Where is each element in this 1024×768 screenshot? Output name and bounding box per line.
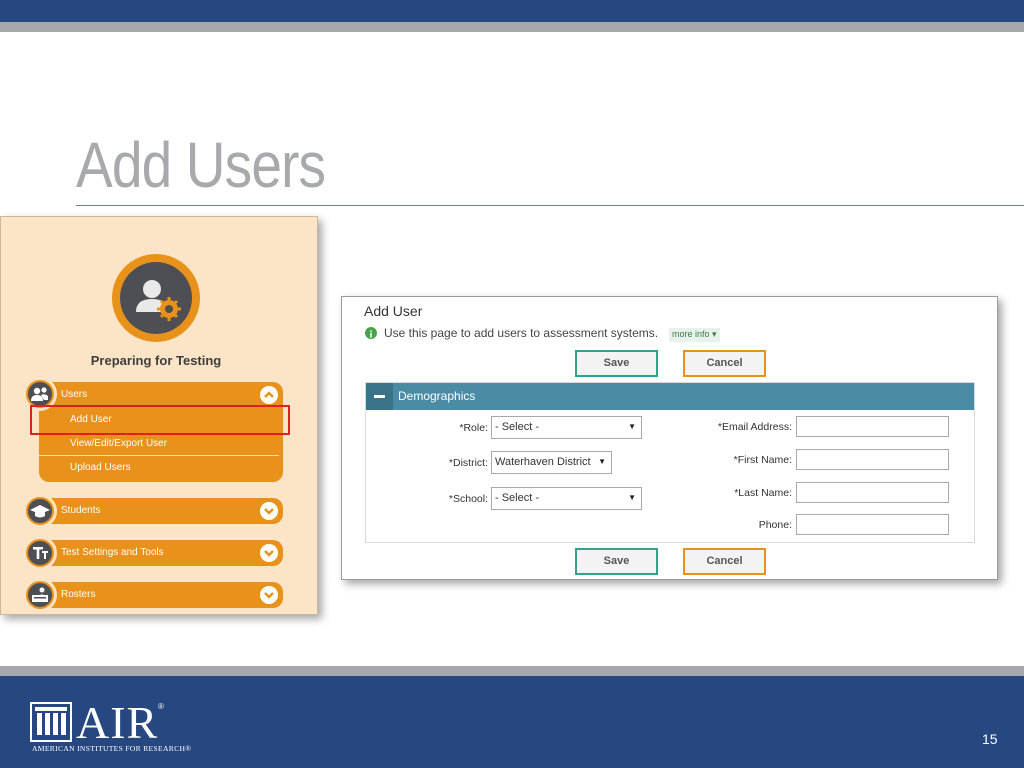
dropdown-arrow-icon: ▼ — [628, 422, 636, 431]
demographics-section: Demographics *Role: - Select - ▼ *Distri… — [365, 382, 975, 543]
selected-item-highlight — [30, 405, 290, 435]
chevron-down-icon[interactable] — [260, 586, 278, 604]
nav-item-view-edit-export-user[interactable]: View/Edit/Export User — [39, 432, 283, 456]
school-select-value: - Select - — [495, 492, 540, 504]
role-select[interactable]: - Select - ▼ — [491, 416, 642, 439]
save-button-bottom[interactable]: Save — [575, 548, 658, 575]
last-name-label: *Last Name: — [734, 487, 792, 499]
nav-item-upload-users[interactable]: Upload Users — [39, 456, 283, 480]
collapse-minus-icon[interactable] — [366, 383, 393, 410]
nav-group-test-settings[interactable]: Test Settings and Tools — [39, 540, 283, 566]
nav-group-rosters[interactable]: Rosters — [39, 582, 283, 608]
title-rule — [76, 205, 1024, 206]
info-icon — [365, 327, 377, 339]
logo-wordmark: AIR — [76, 697, 159, 748]
role-select-value: - Select - — [495, 421, 540, 433]
user-gear-icon — [120, 262, 192, 334]
add-user-form: Add User Use this page to add users to a… — [341, 296, 998, 580]
logo-subtitle: American Institutes for Research® — [32, 744, 192, 753]
first-name-field[interactable] — [796, 449, 949, 470]
air-logo: AIR ® American Institutes for Research® — [30, 697, 191, 756]
dropdown-arrow-icon: ▼ — [598, 457, 606, 466]
last-name-field[interactable] — [796, 482, 949, 503]
nav-group-label: Users — [61, 389, 88, 400]
top-divider — [0, 22, 1024, 32]
district-select[interactable]: Waterhaven District ▼ — [491, 451, 612, 474]
slide-title: Add Users — [76, 129, 326, 201]
email-field[interactable] — [796, 416, 949, 437]
users-icon — [28, 382, 52, 406]
nav-item-label: View/Edit/Export User — [70, 438, 168, 449]
logo-registered-mark: ® — [158, 702, 164, 711]
phone-field[interactable] — [796, 514, 949, 535]
page-number: 15 — [982, 731, 998, 747]
info-text: Use this page to add users to assessment… — [384, 326, 659, 340]
section-title: Demographics — [398, 389, 476, 403]
district-label: *District: — [448, 457, 488, 469]
dropdown-arrow-icon: ▼ — [628, 493, 636, 502]
nav-group-label: Test Settings and Tools — [61, 547, 164, 558]
students-icon-badge — [23, 494, 57, 528]
rosters-icon-badge — [23, 578, 57, 612]
email-label: *Email Address: — [717, 421, 792, 433]
save-button-top[interactable]: Save — [575, 350, 658, 377]
top-banner — [0, 0, 1024, 22]
district-select-value: Waterhaven District — [495, 456, 591, 468]
nav-group-label: Rosters — [61, 589, 96, 600]
graduation-cap-icon — [28, 499, 52, 523]
nav-item-label: Upload Users — [70, 462, 131, 473]
school-label: *School: — [448, 493, 488, 505]
demographics-header[interactable]: Demographics — [366, 383, 974, 410]
nav-group-students[interactable]: Students — [39, 498, 283, 524]
first-name-label: *First Name: — [733, 454, 792, 466]
building-logo-icon — [30, 702, 72, 742]
cancel-button-bottom[interactable]: Cancel — [683, 548, 766, 575]
more-info-link[interactable]: more info ▾ — [669, 328, 720, 342]
chevron-up-icon[interactable] — [260, 386, 278, 404]
test-settings-icon-badge — [23, 536, 57, 570]
school-select[interactable]: - Select - ▼ — [491, 487, 642, 510]
chevron-down-icon[interactable] — [260, 544, 278, 562]
form-title: Add User — [364, 303, 423, 319]
user-settings-avatar — [112, 254, 200, 342]
cancel-button-top[interactable]: Cancel — [683, 350, 766, 377]
roster-icon — [28, 583, 52, 607]
phone-label: Phone: — [758, 519, 792, 531]
nav-heading: Preparing for Testing — [90, 353, 222, 368]
bottom-divider — [0, 666, 1024, 676]
chevron-down-icon[interactable] — [260, 502, 278, 520]
nav-group-label: Students — [61, 505, 101, 516]
text-tools-icon — [28, 541, 52, 565]
role-label: *Role: — [459, 422, 488, 434]
